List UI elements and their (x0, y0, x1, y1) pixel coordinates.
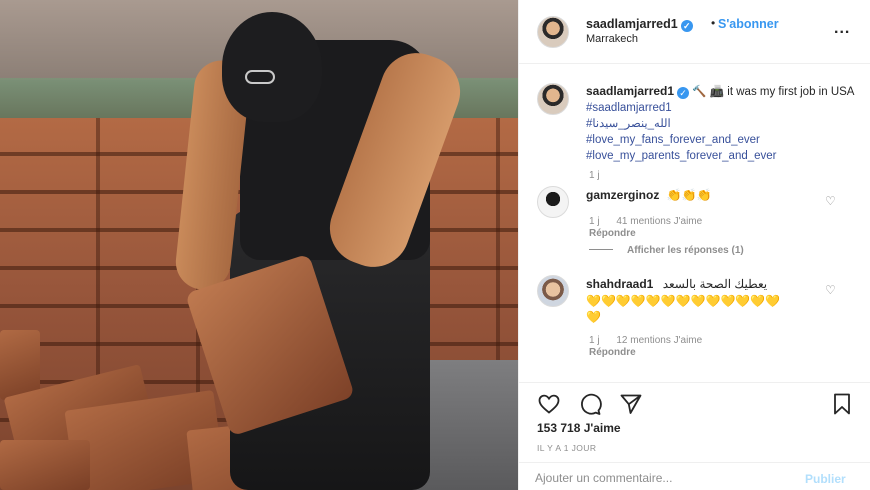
photo-brick (0, 440, 90, 490)
comment-emoji-text: 👏👏👏 (666, 188, 712, 202)
commenter-username[interactable]: shahdraad1 (586, 277, 653, 291)
comment-likes[interactable]: 41 mentions J'aime (616, 216, 702, 227)
caption-body: 🔨 📠 it was my first job in USA (692, 86, 854, 98)
caption-time[interactable]: 1 j (589, 170, 600, 181)
heart-icon[interactable] (535, 392, 563, 416)
follow-button[interactable]: S'abonner (718, 17, 779, 31)
more-options-icon[interactable]: ... (834, 20, 850, 38)
commenter-avatar[interactable] (537, 275, 569, 307)
photo-person-cap (222, 12, 322, 122)
comment-meta: 1 j 41 mentions J'aime (589, 216, 716, 227)
view-replies-label[interactable]: Afficher les réponses (1) (627, 245, 744, 256)
commenter-avatar[interactable] (537, 186, 569, 218)
comment-text: يعطيك الصحة بالسعد (662, 277, 768, 291)
verified-badge-icon: ✓ (680, 20, 693, 32)
author-username[interactable]: saadlamjarred1 ✓ (586, 17, 693, 32)
verified-badge-icon: ✓ (677, 87, 690, 99)
reply-button[interactable]: Répondre (589, 347, 636, 358)
comment-icon[interactable] (576, 392, 604, 416)
commenter-line: gamzerginoz 👏👏👏 (586, 188, 712, 202)
add-comment-bar: Publier (519, 462, 870, 490)
comments-list[interactable]: saadlamjarred1 ✓ 🔨 📠 it was my first job … (519, 65, 870, 381)
caption-hashtag[interactable]: #love_my_parents_forever_and_ever (586, 148, 856, 164)
view-replies-button[interactable]: Afficher les réponses (1) (589, 245, 744, 256)
caption-text: saadlamjarred1 ✓ 🔨 📠 it was my first job … (586, 83, 856, 164)
heart-icon[interactable]: ♡ (825, 194, 839, 208)
photo-cap-logo (245, 70, 275, 84)
post-photo[interactable] (0, 0, 518, 490)
caption-avatar[interactable] (537, 83, 569, 115)
publish-button[interactable]: Publier (805, 472, 846, 486)
share-icon[interactable] (617, 392, 645, 416)
post-side-panel: saadlamjarred1 ✓ • S'abonner Marrakech ..… (518, 0, 870, 490)
view-replies-line (589, 249, 613, 250)
caption-hashtag[interactable]: #saadlamjarred1 (586, 102, 672, 114)
comment-likes[interactable]: 12 mentions J'aime (616, 335, 702, 346)
reply-button[interactable]: Répondre (589, 228, 636, 239)
author-username-text[interactable]: saadlamjarred1 (586, 17, 678, 31)
post-location[interactable]: Marrakech (586, 33, 638, 45)
caption-username[interactable]: saadlamjarred1 (586, 84, 674, 98)
heart-icon[interactable]: ♡ (825, 283, 839, 297)
commenter-line: shahdraad1 يعطيك الصحة بالسعد (586, 277, 767, 291)
post-actions (519, 382, 870, 422)
comment-input[interactable] (535, 471, 785, 485)
header-separator: • (711, 16, 716, 30)
caption-hashtag[interactable]: #الله_ينصر_سيدنا (586, 116, 856, 132)
caption-hashtag[interactable]: #love_my_fans_forever_and_ever (586, 132, 856, 148)
comment-meta: 1 j 12 mentions J'aime (589, 335, 716, 346)
comment-time[interactable]: 1 j (589, 216, 600, 227)
likes-count[interactable]: 153 718 J'aime (537, 421, 621, 435)
bookmark-icon[interactable] (828, 392, 856, 416)
comment-emoji-text: 💛💛💛💛💛💛💛💛💛💛💛💛💛💛 (586, 294, 781, 324)
comment-time[interactable]: 1 j (589, 335, 600, 346)
posted-time[interactable]: IL Y A 1 JOUR (537, 443, 596, 453)
post-header: saadlamjarred1 ✓ • S'abonner Marrakech ..… (519, 0, 870, 64)
commenter-username[interactable]: gamzerginoz (586, 188, 659, 202)
author-avatar[interactable] (537, 16, 569, 48)
